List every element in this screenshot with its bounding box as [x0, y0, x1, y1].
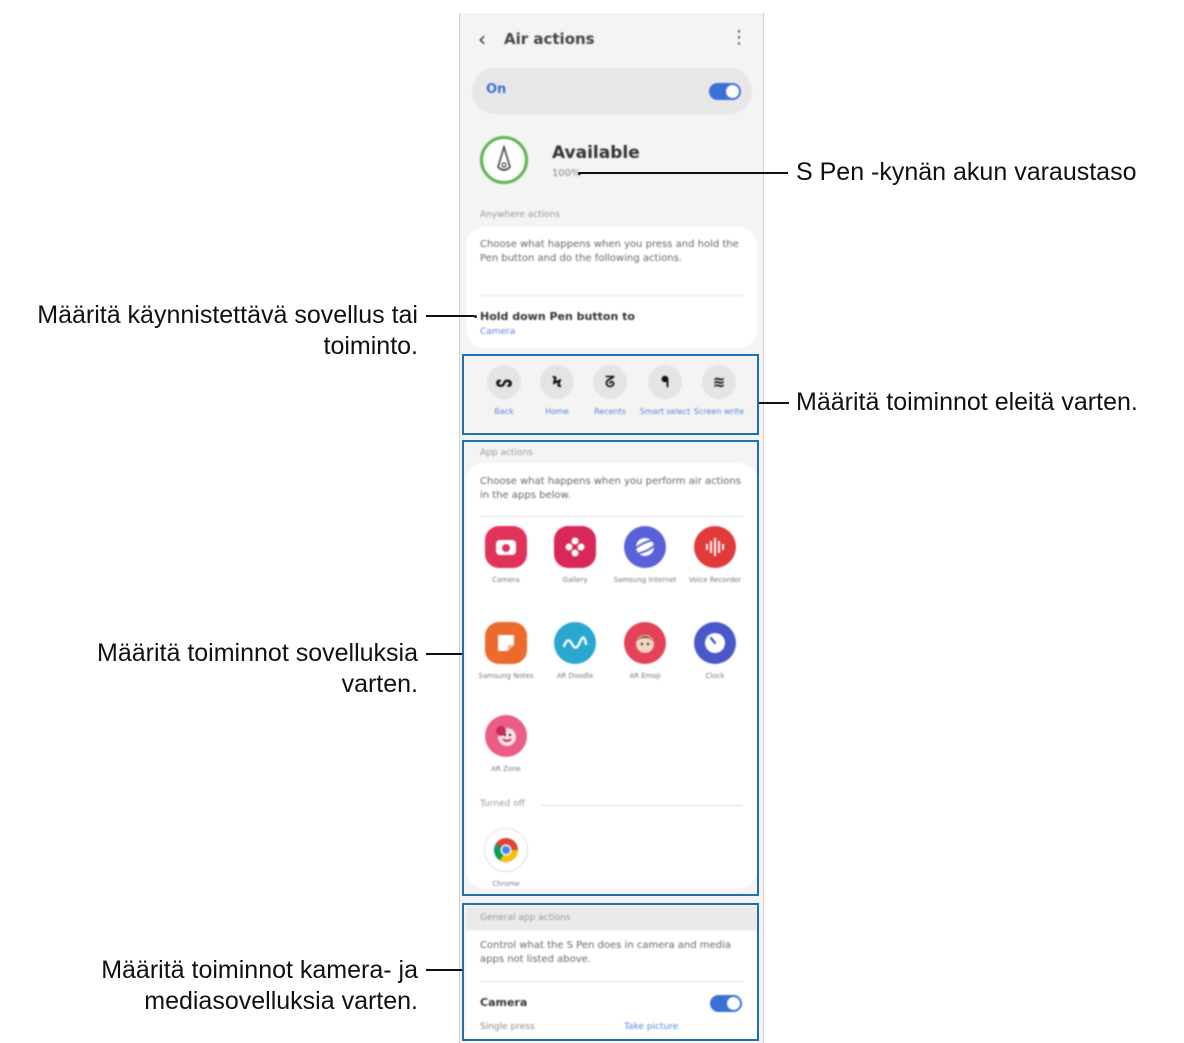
gestures-callout-line	[759, 402, 789, 404]
app-actions-annotation-line1: Määritä toiminnot sovelluksia	[97, 639, 418, 667]
anywhere-actions-description: Choose what happens when you press and h…	[480, 239, 739, 264]
launch-app-callout-line	[426, 315, 474, 317]
general-actions-highlight-box	[462, 903, 759, 1041]
hold-pen-button-value: Camera	[480, 327, 516, 337]
launch-app-annotation: Määritä käynnistettävä sovellus tai toim…	[0, 300, 418, 362]
divider	[480, 295, 744, 296]
battery-callout-line	[580, 172, 788, 174]
app-actions-annotation: Määritä toiminnot sovelluksia varten.	[0, 638, 418, 700]
air-actions-toggle[interactable]	[709, 83, 741, 100]
on-label: On	[486, 82, 507, 97]
gestures-highlight-box	[462, 354, 759, 435]
media-annotation: Määritä toiminnot kamera- ja mediasovell…	[0, 955, 418, 1017]
media-annotation-line2: mediasovelluksia varten.	[144, 987, 418, 1015]
page-title: Air actions	[504, 30, 595, 48]
more-options-icon[interactable]: ⋮	[730, 27, 748, 48]
s-pen-icon	[480, 136, 528, 184]
pen-status: Available	[552, 143, 640, 163]
battery-annotation: S Pen -kynän akun varaustaso	[796, 158, 1137, 186]
app-actions-highlight-box	[462, 440, 759, 896]
master-switch-row[interactable]: On	[472, 68, 752, 114]
gestures-annotation: Määritä toiminnot eleitä varten.	[796, 388, 1138, 416]
callout-dot	[474, 315, 477, 318]
launch-app-annotation-line1: Määritä käynnistettävä sovellus tai	[37, 301, 418, 329]
app-actions-annotation-line2: varten.	[341, 670, 418, 698]
back-icon[interactable]: ‹	[478, 27, 486, 51]
anywhere-actions-card: Choose what happens when you press and h…	[466, 227, 757, 348]
anywhere-actions-header: Anywhere actions	[480, 210, 561, 220]
app-bar: ‹ Air actions ⋮	[460, 13, 763, 65]
hold-pen-button-title: Hold down Pen button to	[480, 310, 635, 323]
app-actions-callout-line	[426, 653, 462, 655]
media-annotation-line1: Määritä toiminnot kamera- ja	[101, 956, 418, 984]
media-callout-line	[426, 969, 462, 971]
launch-app-annotation-line2: toiminto.	[323, 332, 418, 360]
battery-level: 100%	[552, 168, 581, 179]
